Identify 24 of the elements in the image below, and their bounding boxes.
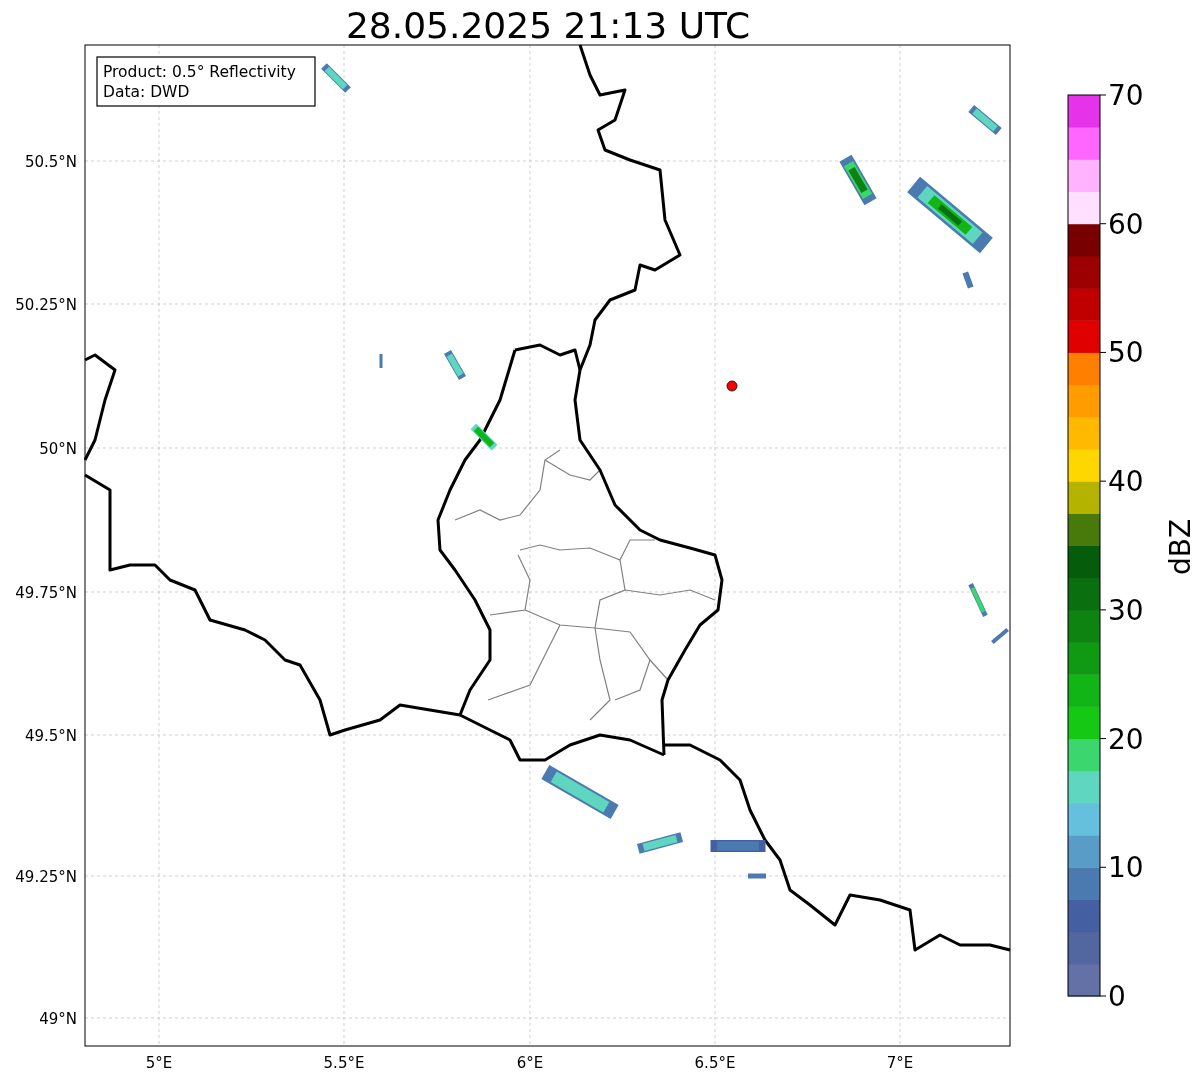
- colorbar-label: dBZ: [1164, 518, 1197, 576]
- longitude-label: 6°E: [516, 1054, 544, 1072]
- colorbar-tick-label: 70: [1108, 79, 1144, 112]
- legend-text: Data: DWD: [103, 83, 190, 101]
- longitude-label: 6.5°E: [694, 1054, 736, 1072]
- longitude-label: 7°E: [886, 1054, 914, 1072]
- chart-title: 28.05.2025 21:13 UTC: [345, 5, 751, 46]
- colorbar-tick-label: 10: [1108, 851, 1144, 885]
- colorbar-tick-label: 40: [1108, 465, 1144, 499]
- colorbar-tick-label: 60: [1108, 207, 1144, 241]
- latitude-label: 50.25°N: [15, 296, 77, 314]
- colorbar-tick-label: 30: [1108, 593, 1144, 627]
- longitude-label: 5.5°E: [323, 1054, 365, 1072]
- latitude-label: 49.5°N: [24, 727, 77, 745]
- colorbar-tick-label: 0: [1108, 980, 1126, 1013]
- latitude-label: 50.5°N: [24, 153, 77, 171]
- latitude-label: 49°N: [39, 1010, 77, 1028]
- colorbar-tick-label: 50: [1108, 336, 1144, 370]
- latitude-label: 50°N: [39, 440, 77, 458]
- latitude-label: 49.75°N: [15, 584, 77, 602]
- longitude-label: 5°E: [145, 1054, 173, 1072]
- legend-text: Product: 0.5° Reflectivity: [103, 63, 296, 81]
- latitude-label: 49.25°N: [15, 868, 77, 886]
- colorbar-tick-label: 20: [1108, 722, 1144, 756]
